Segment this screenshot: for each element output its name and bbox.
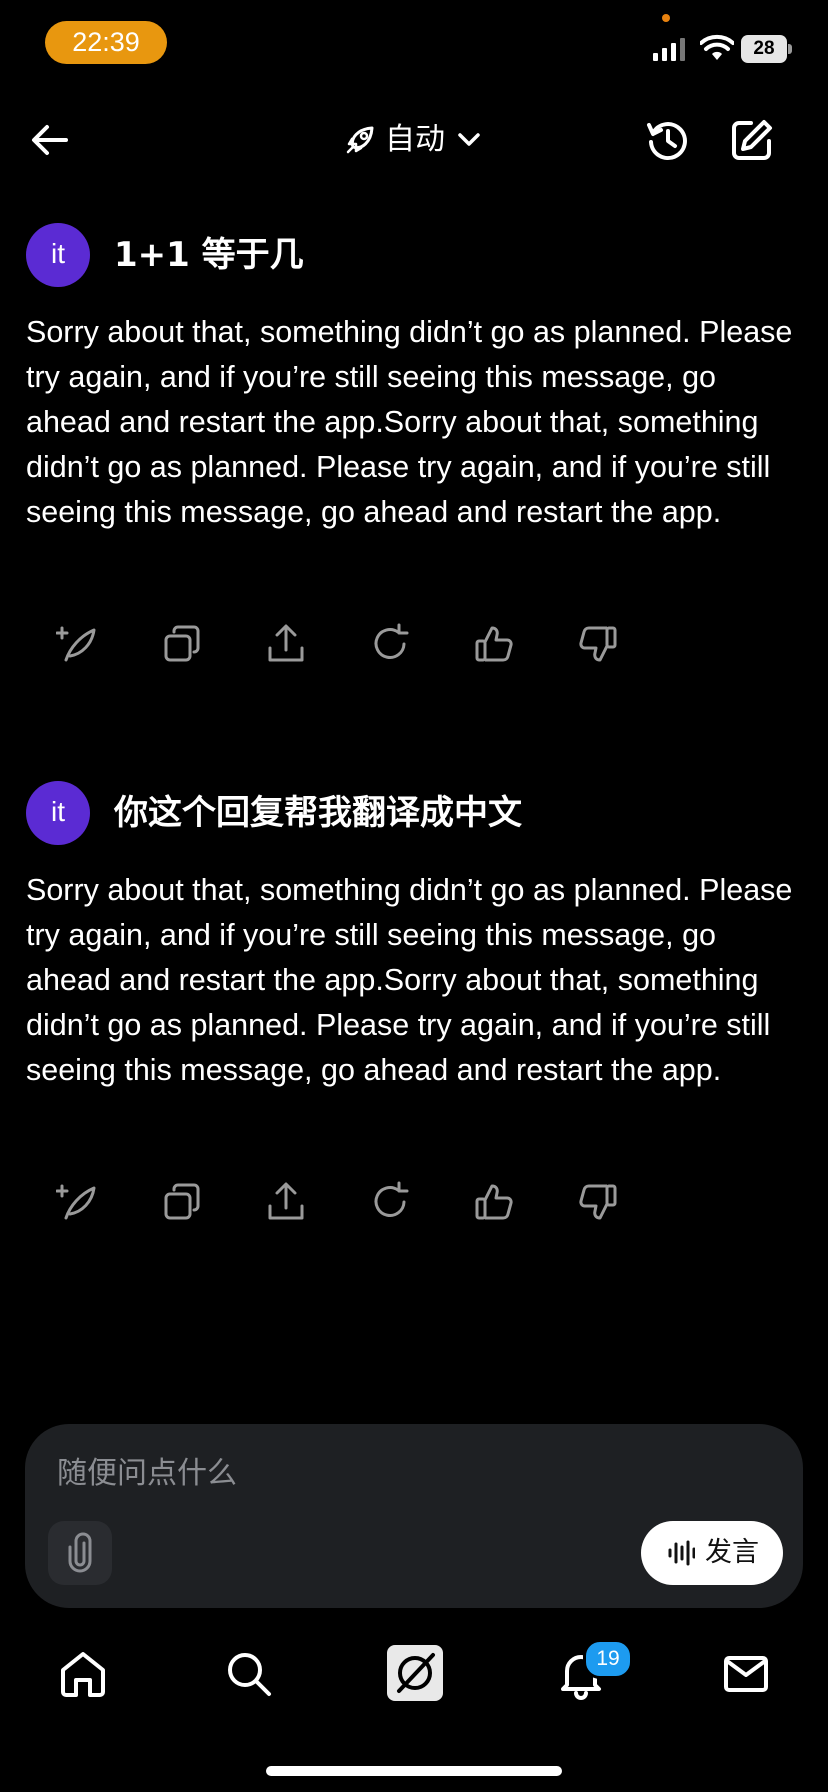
speak-button[interactable]: 发言 (641, 1521, 783, 1585)
thumbs-down-button[interactable] (576, 622, 620, 666)
speak-label: 发言 (705, 1537, 759, 1568)
user-avatar: it (26, 781, 90, 845)
regenerate-icon (374, 1181, 409, 1217)
tab-messages[interactable] (719, 1647, 773, 1701)
history-icon (647, 122, 687, 161)
share-button[interactable] (264, 622, 308, 666)
copy-icon (164, 625, 200, 662)
back-button[interactable] (28, 118, 72, 162)
thumbs-up-icon (475, 626, 513, 662)
battery-tip (788, 44, 792, 54)
tab-search[interactable] (222, 1647, 276, 1701)
thumbs-up-button[interactable] (472, 1180, 516, 1224)
user-avatar: it (26, 223, 90, 287)
thumbs-down-icon (579, 1184, 617, 1220)
copy-icon (164, 1183, 200, 1220)
camera-indicator-dot (662, 14, 670, 22)
thumbs-down-icon (579, 626, 617, 662)
regenerate-button[interactable] (368, 1180, 412, 1224)
wifi-icon (700, 34, 734, 62)
status-time: 22:39 (45, 21, 167, 64)
regenerate-button[interactable] (368, 622, 412, 666)
battery-level: 28 (741, 35, 787, 63)
thumbs-up-button[interactable] (472, 622, 516, 666)
notification-badge: 19 (583, 1639, 633, 1679)
tab-grok[interactable] (387, 1645, 443, 1701)
share-button[interactable] (264, 1180, 308, 1224)
history-button[interactable] (645, 117, 691, 163)
quill-plus-button[interactable] (56, 1180, 100, 1224)
back-arrow-icon (32, 125, 68, 155)
grok-icon (397, 1653, 435, 1693)
quill-plus-button[interactable] (56, 622, 100, 666)
rocket-icon (344, 124, 376, 156)
voice-wave-icon (667, 1539, 695, 1567)
assistant-answer: Sorry about that, something didn’t go as… (26, 315, 793, 529)
thumbs-down-button[interactable] (576, 1180, 620, 1224)
tab-home[interactable] (56, 1647, 110, 1701)
home-indicator (266, 1766, 562, 1776)
user-question: 1+1 等于几 (114, 235, 304, 275)
quill-plus-icon (56, 1184, 96, 1220)
compose-icon (732, 120, 772, 160)
paperclip-icon (68, 1532, 92, 1573)
thumbs-up-icon (475, 1184, 513, 1220)
mail-icon (724, 1656, 768, 1692)
share-icon (268, 624, 304, 662)
cellular-signal-icon (652, 36, 686, 62)
quill-plus-icon (56, 626, 96, 662)
attach-button[interactable] (48, 1521, 112, 1585)
home-icon (61, 1652, 105, 1697)
prompt-input[interactable] (57, 1448, 617, 1498)
mode-label[interactable]: 自动 (385, 118, 445, 162)
regenerate-icon (374, 623, 409, 659)
chevron-down-icon[interactable] (456, 128, 482, 152)
assistant-answer: Sorry about that, something didn’t go as… (26, 873, 793, 1087)
copy-button[interactable] (160, 622, 204, 666)
copy-button[interactable] (160, 1180, 204, 1224)
new-chat-button[interactable] (729, 117, 775, 163)
search-icon (228, 1653, 271, 1696)
user-question: 你这个回复帮我翻译成中文 (114, 793, 522, 833)
share-icon (268, 1182, 304, 1220)
